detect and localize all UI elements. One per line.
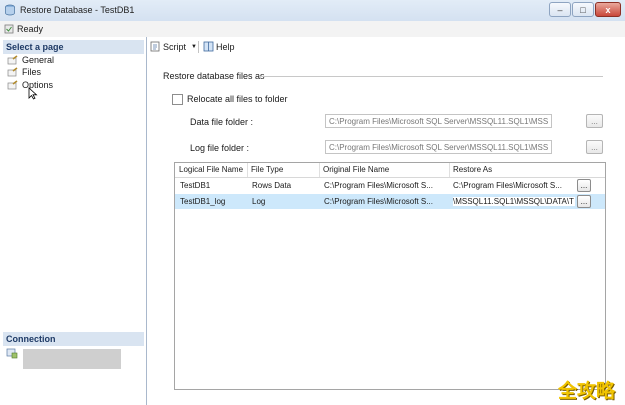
cell-file-type: Rows Data xyxy=(252,181,292,190)
chevron-down-icon: ▼ xyxy=(191,43,197,50)
log-folder-label: Log file folder : xyxy=(190,143,250,153)
toolbar: Script ▼ Help xyxy=(147,37,625,57)
connection-info-redacted xyxy=(23,349,121,369)
help-book-icon xyxy=(203,41,214,52)
table-row[interactable]: TestDB1 Rows Data C:\Program Files\Micro… xyxy=(175,178,605,193)
log-folder-input[interactable]: C:\Program Files\Microsoft SQL Server\MS… xyxy=(325,140,552,154)
cell-original-file: C:\Program Files\Microsoft S... xyxy=(324,181,433,190)
sidebar: Select a page General Files Options Conn… xyxy=(0,37,147,405)
relocate-label: Relocate all files to folder xyxy=(187,94,288,104)
section-title: Restore database files as xyxy=(163,71,265,81)
connection-header: Connection xyxy=(3,332,144,346)
cell-logical-name: TestDB1_log xyxy=(180,197,226,206)
column-header-original[interactable]: Original File Name xyxy=(323,165,389,174)
minimize-button[interactable]: – xyxy=(549,2,571,17)
sidebar-item-files[interactable]: Files xyxy=(7,66,41,78)
cell-file-type: Log xyxy=(252,197,266,206)
cell-original-file: C:\Program Files\Microsoft S... xyxy=(324,197,433,206)
page-wrench-icon xyxy=(7,80,18,90)
section-divider xyxy=(259,76,603,77)
restore-browse-button[interactable]: ... xyxy=(577,195,591,208)
script-button[interactable]: Script ▼ xyxy=(150,41,197,52)
help-button[interactable]: Help xyxy=(203,41,235,52)
log-folder-browse-button[interactable]: ... xyxy=(586,140,603,154)
maximize-button[interactable]: □ xyxy=(572,2,594,17)
close-button[interactable]: x xyxy=(595,2,621,17)
relocate-checkbox[interactable] xyxy=(172,94,183,105)
title-bar: Restore Database - TestDB1 – □ x xyxy=(0,0,625,22)
grid-header: Logical File Name File Type Original Fil… xyxy=(175,163,605,178)
data-folder-label: Data file folder : xyxy=(190,117,254,127)
column-header-logical[interactable]: Logical File Name xyxy=(179,165,243,174)
column-header-restore[interactable]: Restore As xyxy=(453,165,492,174)
select-page-header: Select a page xyxy=(3,40,144,54)
sidebar-item-label: General xyxy=(22,55,55,65)
window-title: Restore Database - TestDB1 xyxy=(20,5,135,15)
files-grid: Logical File Name File Type Original Fil… xyxy=(174,162,606,390)
cell-restore-as[interactable]: \MSSQL11.SQL1\MSSQL\DATA\T xyxy=(453,197,575,206)
database-icon xyxy=(5,4,15,16)
watermark-text: 全攻略 xyxy=(558,381,616,402)
sidebar-item-general[interactable]: General xyxy=(7,54,54,66)
status-text: Ready xyxy=(17,24,44,34)
help-label: Help xyxy=(216,41,235,52)
script-icon xyxy=(150,41,160,52)
ready-status-icon xyxy=(4,24,14,34)
mouse-cursor-icon xyxy=(28,87,38,100)
restore-browse-button[interactable]: ... xyxy=(577,179,591,192)
status-bar: Ready xyxy=(0,21,625,38)
server-connection-icon xyxy=(6,348,18,359)
data-folder-input[interactable]: C:\Program Files\Microsoft SQL Server\MS… xyxy=(325,114,552,128)
table-row[interactable]: TestDB1_log Log C:\Program Files\Microso… xyxy=(175,194,605,209)
sidebar-item-label: Files xyxy=(22,67,42,77)
page-wrench-icon xyxy=(7,55,18,65)
cell-restore-as[interactable]: C:\Program Files\Microsoft S... xyxy=(453,181,575,190)
column-header-type[interactable]: File Type xyxy=(251,165,283,174)
main-panel: Script ▼ Help Restore database files as … xyxy=(147,37,625,405)
data-folder-browse-button[interactable]: ... xyxy=(586,114,603,128)
page-wrench-icon xyxy=(7,67,18,77)
toolbar-divider xyxy=(198,41,199,53)
script-label: Script xyxy=(163,41,187,52)
cell-logical-name: TestDB1 xyxy=(180,181,211,190)
